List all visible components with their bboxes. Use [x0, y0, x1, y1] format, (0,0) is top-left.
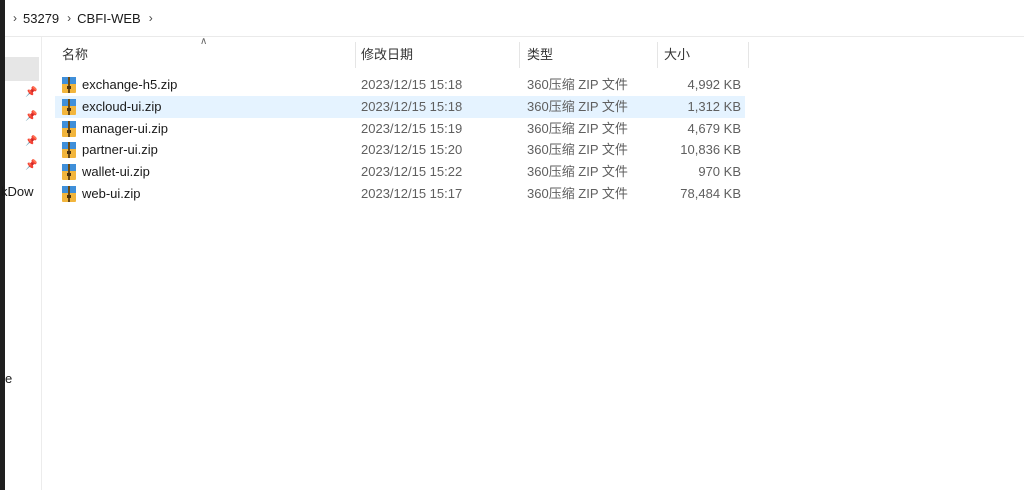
breadcrumb-item-53279[interactable]: 53279 [23, 11, 59, 26]
pin-icon[interactable]: 📌 [25, 136, 37, 147]
column-header-size[interactable]: 大小 [664, 38, 690, 68]
pin-icon[interactable]: 📌 [25, 160, 37, 171]
column-divider[interactable] [748, 42, 749, 68]
column-header-name[interactable]: 名称 [62, 38, 88, 68]
file-size: 78,484 KB [680, 186, 741, 201]
breadcrumb-item-cbfi-web[interactable]: CBFI-WEB [77, 11, 141, 26]
file-type: 360压缩 ZIP 文件 [527, 164, 628, 179]
file-size: 970 KB [698, 164, 741, 179]
zip-archive-icon [62, 121, 76, 137]
nav-item-selected[interactable] [5, 57, 39, 81]
zip-archive-icon [62, 186, 76, 202]
file-type: 360压缩 ZIP 文件 [527, 77, 628, 92]
pin-icon[interactable]: 📌 [25, 111, 37, 122]
file-date: 2023/12/15 15:18 [361, 77, 463, 92]
file-type: 360压缩 ZIP 文件 [527, 121, 628, 136]
file-name: excloud-ui.zip [82, 99, 162, 114]
file-type: 360压缩 ZIP 文件 [527, 142, 628, 157]
file-name: manager-ui.zip [82, 121, 168, 136]
nav-item-downloads[interactable]: kDow [1, 184, 34, 199]
chevron-right-icon[interactable]: › [149, 11, 153, 25]
sort-ascending-icon: ∧ [200, 36, 208, 47]
column-header-date[interactable]: 修改日期 [361, 38, 413, 68]
file-date: 2023/12/15 15:17 [361, 186, 463, 201]
file-row[interactable]: manager-ui.zip 2023/12/15 15:19 360压缩 ZI… [55, 118, 745, 140]
column-header-type[interactable]: 类型 [527, 38, 553, 68]
file-row[interactable]: wallet-ui.zip 2023/12/15 15:22 360压缩 ZIP… [55, 161, 745, 183]
chevron-right-icon[interactable]: › [67, 11, 71, 25]
file-name: exchange-h5.zip [82, 77, 178, 92]
address-divider [5, 36, 1024, 37]
file-date: 2023/12/15 15:18 [361, 99, 463, 114]
file-name: partner-ui.zip [82, 142, 158, 157]
chevron-right-icon[interactable]: › [13, 11, 17, 25]
file-date: 2023/12/15 15:20 [361, 142, 463, 157]
zip-archive-icon [62, 142, 76, 158]
file-name: web-ui.zip [82, 186, 141, 201]
file-row[interactable]: exchange-h5.zip 2023/12/15 15:18 360压缩 Z… [55, 74, 745, 96]
file-size: 4,992 KB [687, 77, 742, 92]
file-date: 2023/12/15 15:19 [361, 121, 463, 136]
file-name: wallet-ui.zip [82, 164, 150, 179]
column-divider[interactable] [657, 42, 658, 68]
zip-archive-icon [62, 77, 76, 93]
file-type: 360压缩 ZIP 文件 [527, 186, 628, 201]
column-divider[interactable] [355, 42, 356, 68]
navigation-pane: 📌 📌 📌 📌 kDow e [1, 37, 42, 490]
nav-item-partial[interactable]: e [5, 371, 12, 386]
file-type: 360压缩 ZIP 文件 [527, 99, 628, 114]
zip-archive-icon [62, 99, 76, 115]
file-date: 2023/12/15 15:22 [361, 164, 463, 179]
column-divider[interactable] [519, 42, 520, 68]
breadcrumb: › 53279 › CBFI-WEB › [5, 0, 1024, 36]
file-row[interactable]: partner-ui.zip 2023/12/15 15:20 360压缩 ZI… [55, 139, 745, 161]
file-size: 10,836 KB [680, 142, 741, 157]
zip-archive-icon [62, 164, 76, 180]
pin-icon[interactable]: 📌 [25, 87, 37, 98]
file-size: 4,679 KB [687, 121, 742, 136]
file-row[interactable]: excloud-ui.zip 2023/12/15 15:18 360压缩 ZI… [55, 96, 745, 118]
file-row[interactable]: web-ui.zip 2023/12/15 15:17 360压缩 ZIP 文件… [55, 183, 745, 205]
file-size: 1,312 KB [687, 99, 742, 114]
